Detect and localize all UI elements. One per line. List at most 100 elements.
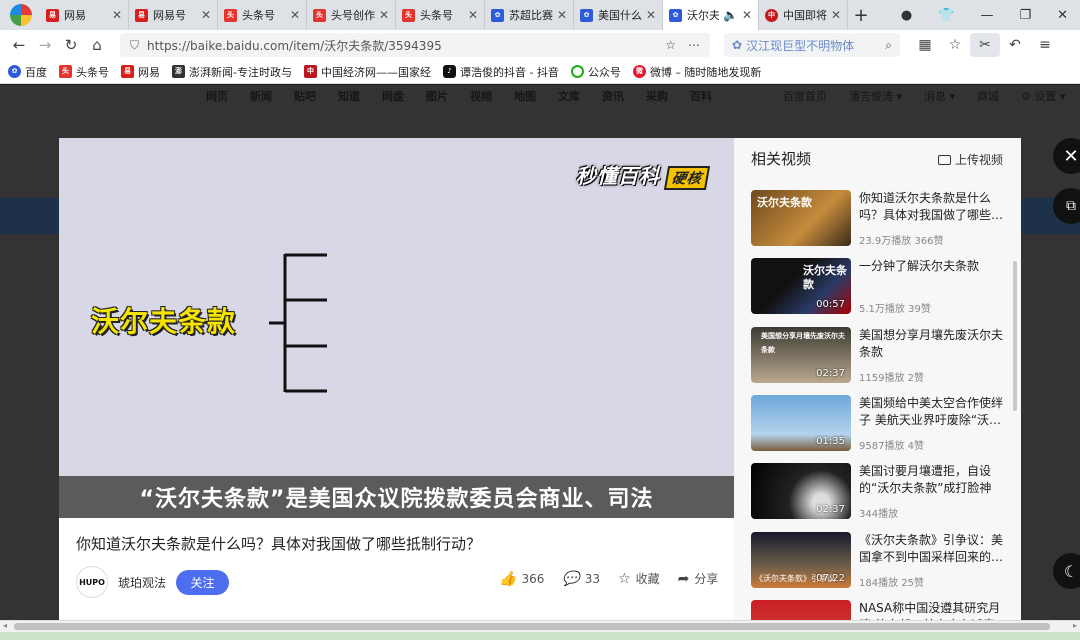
avatar[interactable]: HUPO [76,566,108,598]
nav-link-home[interactable]: 百度首页 [783,88,827,104]
forward-icon[interactable]: → [32,36,58,54]
tab-baidu-2[interactable]: ✿ 美国什么 ✕ [574,0,663,30]
scroll-right-icon[interactable]: ▸ [1073,621,1077,630]
tab-close-icon[interactable]: ✕ [112,8,122,22]
tab-baidu-active[interactable]: ✿ 沃尔夫 🔈 ✕ [663,0,759,30]
close-modal-icon[interactable]: ✕ [1053,138,1080,174]
bookmark-baidu[interactable]: ✿ 百度 [8,64,47,80]
new-tab-icon[interactable]: + [848,5,874,26]
tab-close-icon[interactable]: ✕ [201,8,211,22]
nav-link-purchase[interactable]: 采购 [646,88,668,104]
nav-mall[interactable]: 商城 [977,88,999,104]
baidu-paw-icon: ✿ [580,8,593,22]
tab-cctv[interactable]: 中中国即将 ✕ [759,0,848,30]
follow-button[interactable]: 关注 [176,569,230,595]
nav-link-web[interactable]: 网页 [206,88,228,104]
related-item[interactable]: 美国想分享月壤先废沃尔夫条款 02:37 美国想分享月壤先废沃尔夫条款 1159播… [751,327,1013,385]
nav-link-tieba[interactable]: 贴吧 [294,88,316,104]
nav-link-zhidao[interactable]: 知道 [338,88,360,104]
undo-icon[interactable]: ↶ [1000,37,1030,53]
video-thumbnail[interactable] [751,600,851,620]
related-item[interactable]: NASA称中国没遵其研究月壤 外交部：美方应有诚意… [751,600,1013,620]
more-icon[interactable]: ⋯ [688,38,700,52]
comment-button[interactable]: 💬 33 [562,571,600,587]
bookmark-wechat[interactable]: 公众号 [570,64,621,80]
share-button[interactable]: ➦ 分享 [678,570,719,587]
bookmark-ce[interactable]: 中中国经济网——国家经 [303,64,431,80]
address-bar[interactable]: ⛉ https://baike.baidu.com/item/沃尔夫条款/359… [120,33,710,57]
like-button[interactable]: 👍 366 [499,571,544,587]
netease-icon: 易 [135,8,148,22]
video-thumbnail[interactable]: 沃尔夫条款 [751,190,851,246]
bookmark-thepaper[interactable]: 澎澎湃新闻-专注时政与 [172,64,292,80]
tab-close-icon[interactable]: ✕ [379,8,389,22]
maximize-icon[interactable]: ❐ [1019,8,1031,23]
minimize-icon[interactable]: — [980,8,993,23]
bookmark-weibo[interactable]: 微微博 – 随时随地发现新 [632,64,761,80]
speaker-icon[interactable]: 🔈 [723,8,738,22]
tab-close-icon[interactable]: ✕ [468,8,478,22]
search-box[interactable]: ✿ 汉江现巨型不明物体 ⌕ [724,33,900,57]
tab-baidu-1[interactable]: ✿ 苏超比赛 ✕ [485,0,574,30]
related-item[interactable]: 沃尔夫条款 你知道沃尔夫条款是什么吗？具体对我国做了哪些… 23.9万播放 36… [751,190,1013,248]
url-text[interactable]: https://baike.baidu.com/item/沃尔夫条款/35943… [147,37,653,54]
search-suggestion[interactable]: 汉江现巨型不明物体 [746,37,854,54]
nav-messages[interactable]: 消息 ▾ [924,88,955,104]
shirt-icon[interactable]: 👕 [938,8,954,23]
video-thumbnail[interactable]: 02:37 [751,463,851,519]
related-item[interactable]: 01:35 美国频给中美太空合作使绊子 美航天业界吁废除“沃… 9587播放 4… [751,395,1013,453]
video-thumbnail[interactable]: 美国想分享月壤先废沃尔夫条款 02:37 [751,327,851,383]
nav-link-news[interactable]: 新闻 [250,88,272,104]
tab-close-icon[interactable]: ✕ [290,8,300,22]
tab-close-icon[interactable]: ✕ [831,8,841,22]
video-player[interactable]: 秒懂百科 硬核 沃尔夫条款 “沃尔夫条款”是美国众议院拨款委员会商业、司法 [59,138,734,518]
nav-link-video[interactable]: 视频 [470,88,492,104]
nav-link-map[interactable]: 地图 [514,88,536,104]
account-icon[interactable]: ● [901,8,912,23]
back-icon[interactable]: ← [6,36,32,54]
related-scrollbar[interactable] [1013,261,1017,411]
bookmark-toutiao[interactable]: 头头条号 [59,64,109,80]
apps-grid-icon[interactable]: ▦ [910,37,940,53]
author-name[interactable]: 琥珀观法 [118,574,166,591]
close-window-icon[interactable]: ✕ [1057,8,1068,23]
collect-button[interactable]: ☆ 收藏 [618,570,660,587]
horizontal-scrollbar[interactable]: ◂ ▸ [0,620,1080,632]
related-item[interactable]: 02:37 美国讨要月壤遭拒，自设的“沃尔夫条款”成打脸神器? 344播放 [751,463,1013,521]
video-thumbnail[interactable]: 01:35 [751,395,851,451]
tab-netease-1[interactable]: 易网易 ✕ [40,0,129,30]
tab-toutiao-2[interactable]: 头头号创作 ✕ [307,0,396,30]
tab-toutiao-3[interactable]: 头头条号 ✕ [396,0,485,30]
tab-close-icon[interactable]: ✕ [646,8,656,22]
related-item[interactable]: 《沃尔夫条款》引争议 07:22 《沃尔夫条款》引争议：美国拿不到中国采样回来的…… [751,532,1013,590]
nav-link-images[interactable]: 图片 [426,88,448,104]
nav-user-menu[interactable]: 潘吉俊涛 ▾ [849,88,902,104]
tab-close-icon[interactable]: ✕ [742,8,752,22]
home-icon[interactable]: ⌂ [84,36,110,54]
video-overlay-title: 沃尔夫条款 [91,305,237,338]
scrollbar-thumb[interactable] [14,623,1050,630]
nav-link-pan[interactable]: 网盘 [382,88,404,104]
favorites-icon[interactable]: ☆ [940,37,970,53]
night-mode-icon[interactable]: ☾ [1053,553,1080,589]
scissors-icon[interactable]: ✂ [970,33,1000,57]
nav-settings[interactable]: ⚙ 设置 ▾ [1021,88,1065,104]
bookmark-netease[interactable]: 易网易 [121,64,160,80]
tab-netease-2[interactable]: 易网易号 ✕ [129,0,218,30]
browser-logo-icon[interactable] [10,4,32,26]
video-thumbnail[interactable]: 沃尔夫条款 00:57 [751,258,851,314]
bookmark-star-icon[interactable]: ☆ [665,38,676,52]
nav-link-info[interactable]: 资讯 [602,88,624,104]
tab-toutiao-1[interactable]: 头头条号 ✕ [218,0,307,30]
reload-icon[interactable]: ↻ [58,36,84,54]
nav-link-baike[interactable]: 百科 [690,88,712,104]
menu-icon[interactable]: ≡ [1030,37,1060,53]
video-thumbnail[interactable]: 《沃尔夫条款》引争议 07:22 [751,532,851,588]
related-item[interactable]: 沃尔夫条款 00:57 一分钟了解沃尔夫条款 5.1万播放 39赞 [751,258,1013,316]
nav-link-wenku[interactable]: 文库 [558,88,580,104]
scroll-left-icon[interactable]: ◂ [3,621,7,630]
tab-close-icon[interactable]: ✕ [557,8,567,22]
upload-video-button[interactable]: 上传视频 [937,151,1003,168]
search-icon[interactable]: ⌕ [885,38,892,53]
bookmark-douyin[interactable]: ♪ 谭浩俊的抖音 - 抖音 [442,64,559,80]
